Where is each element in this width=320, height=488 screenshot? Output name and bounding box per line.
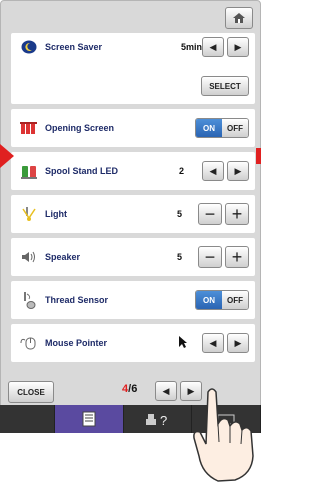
- speaker-label: Speaker: [45, 252, 81, 262]
- svg-text:?: ?: [160, 413, 167, 427]
- screen-saver-select-button[interactable]: SELECT: [201, 76, 249, 96]
- mouse-pointer-icon: [19, 334, 39, 352]
- speaker-decrease-button[interactable]: −: [198, 246, 222, 268]
- plus-icon: +: [231, 204, 243, 224]
- page-prev-button[interactable]: ◀: [155, 381, 177, 401]
- spool-stand-led-label: Spool Stand LED: [45, 166, 118, 176]
- row-screen-saver: Screen Saver 5min ◀ ▶ SELECT: [11, 33, 255, 104]
- spool-stand-led-decrease-button[interactable]: ◀: [202, 161, 224, 181]
- highlight-pointer-left: [0, 144, 14, 168]
- close-button[interactable]: CLOSE: [8, 381, 54, 403]
- light-decrease-button[interactable]: −: [198, 203, 222, 225]
- tab-help[interactable]: ?: [124, 405, 193, 433]
- screen-saver-value: 5min: [181, 42, 203, 52]
- pointing-hand-icon: [190, 386, 260, 488]
- row-spool-stand-led: Spool Stand LED 2 ◀ ▶: [11, 152, 255, 190]
- arrow-left-icon: ◀: [209, 165, 217, 176]
- arrow-left-icon: ◀: [209, 337, 217, 348]
- screen-saver-icon: [19, 38, 39, 56]
- row-opening-screen: Opening Screen ON OFF: [11, 109, 255, 147]
- opening-screen-label: Opening Screen: [45, 123, 115, 133]
- opening-screen-on[interactable]: ON: [196, 119, 222, 137]
- light-icon: [19, 205, 39, 223]
- minus-icon: −: [204, 204, 216, 224]
- arrow-left-icon: ◀: [209, 41, 217, 52]
- arrow-right-icon: ▶: [234, 41, 242, 52]
- arrow-left-icon: ◀: [162, 385, 170, 396]
- row-speaker: Speaker 5 − +: [11, 238, 255, 276]
- home-button[interactable]: [225, 7, 253, 29]
- page-indicator: 4/6: [122, 383, 137, 395]
- settings-screen: Screen Saver 5min ◀ ▶ SELECT Opening Scr…: [0, 0, 261, 411]
- mouse-pointer-decrease-button[interactable]: ◀: [202, 333, 224, 353]
- opening-screen-toggle[interactable]: ON OFF: [195, 118, 249, 138]
- speaker-icon: [19, 248, 39, 266]
- speaker-value: 5: [177, 252, 183, 262]
- row-mouse-pointer: Mouse Pointer ◀ ▶: [11, 324, 255, 362]
- thread-sensor-icon: [19, 291, 39, 309]
- row-light: Light 5 − +: [11, 195, 255, 233]
- spool-stand-led-increase-button[interactable]: ▶: [227, 161, 249, 181]
- speaker-increase-button[interactable]: +: [225, 246, 249, 268]
- highlight-pointer-right: [256, 148, 261, 164]
- light-value: 5: [177, 209, 183, 219]
- page-total: 6: [131, 383, 138, 395]
- settings-page-icon: [82, 411, 96, 427]
- row-thread-sensor: Thread Sensor ON OFF: [11, 281, 255, 319]
- opening-screen-off[interactable]: OFF: [222, 119, 248, 137]
- cursor-arrow-icon: [178, 335, 188, 351]
- screen-saver-decrease-button[interactable]: ◀: [202, 37, 224, 57]
- screen-saver-label: Screen Saver: [45, 42, 103, 52]
- mouse-pointer-label: Mouse Pointer: [45, 338, 108, 348]
- thread-sensor-toggle[interactable]: ON OFF: [195, 290, 249, 310]
- spool-stand-led-value: 2: [179, 166, 185, 176]
- thread-sensor-on[interactable]: ON: [196, 291, 222, 309]
- tab-settings-page[interactable]: [55, 405, 124, 433]
- home-icon: [233, 13, 245, 23]
- tab-blank: [0, 405, 56, 433]
- arrow-right-icon: ▶: [234, 337, 242, 348]
- arrow-right-icon: ▶: [234, 165, 242, 176]
- opening-screen-icon: [19, 119, 39, 137]
- spool-stand-icon: [19, 162, 39, 180]
- plus-icon: +: [231, 247, 243, 267]
- help-icon: ?: [145, 413, 167, 427]
- mouse-pointer-increase-button[interactable]: ▶: [227, 333, 249, 353]
- screen-saver-increase-button[interactable]: ▶: [227, 37, 249, 57]
- thread-sensor-off[interactable]: OFF: [222, 291, 248, 309]
- thread-sensor-label: Thread Sensor: [45, 295, 109, 305]
- light-label: Light: [45, 209, 67, 219]
- light-increase-button[interactable]: +: [225, 203, 249, 225]
- minus-icon: −: [204, 247, 216, 267]
